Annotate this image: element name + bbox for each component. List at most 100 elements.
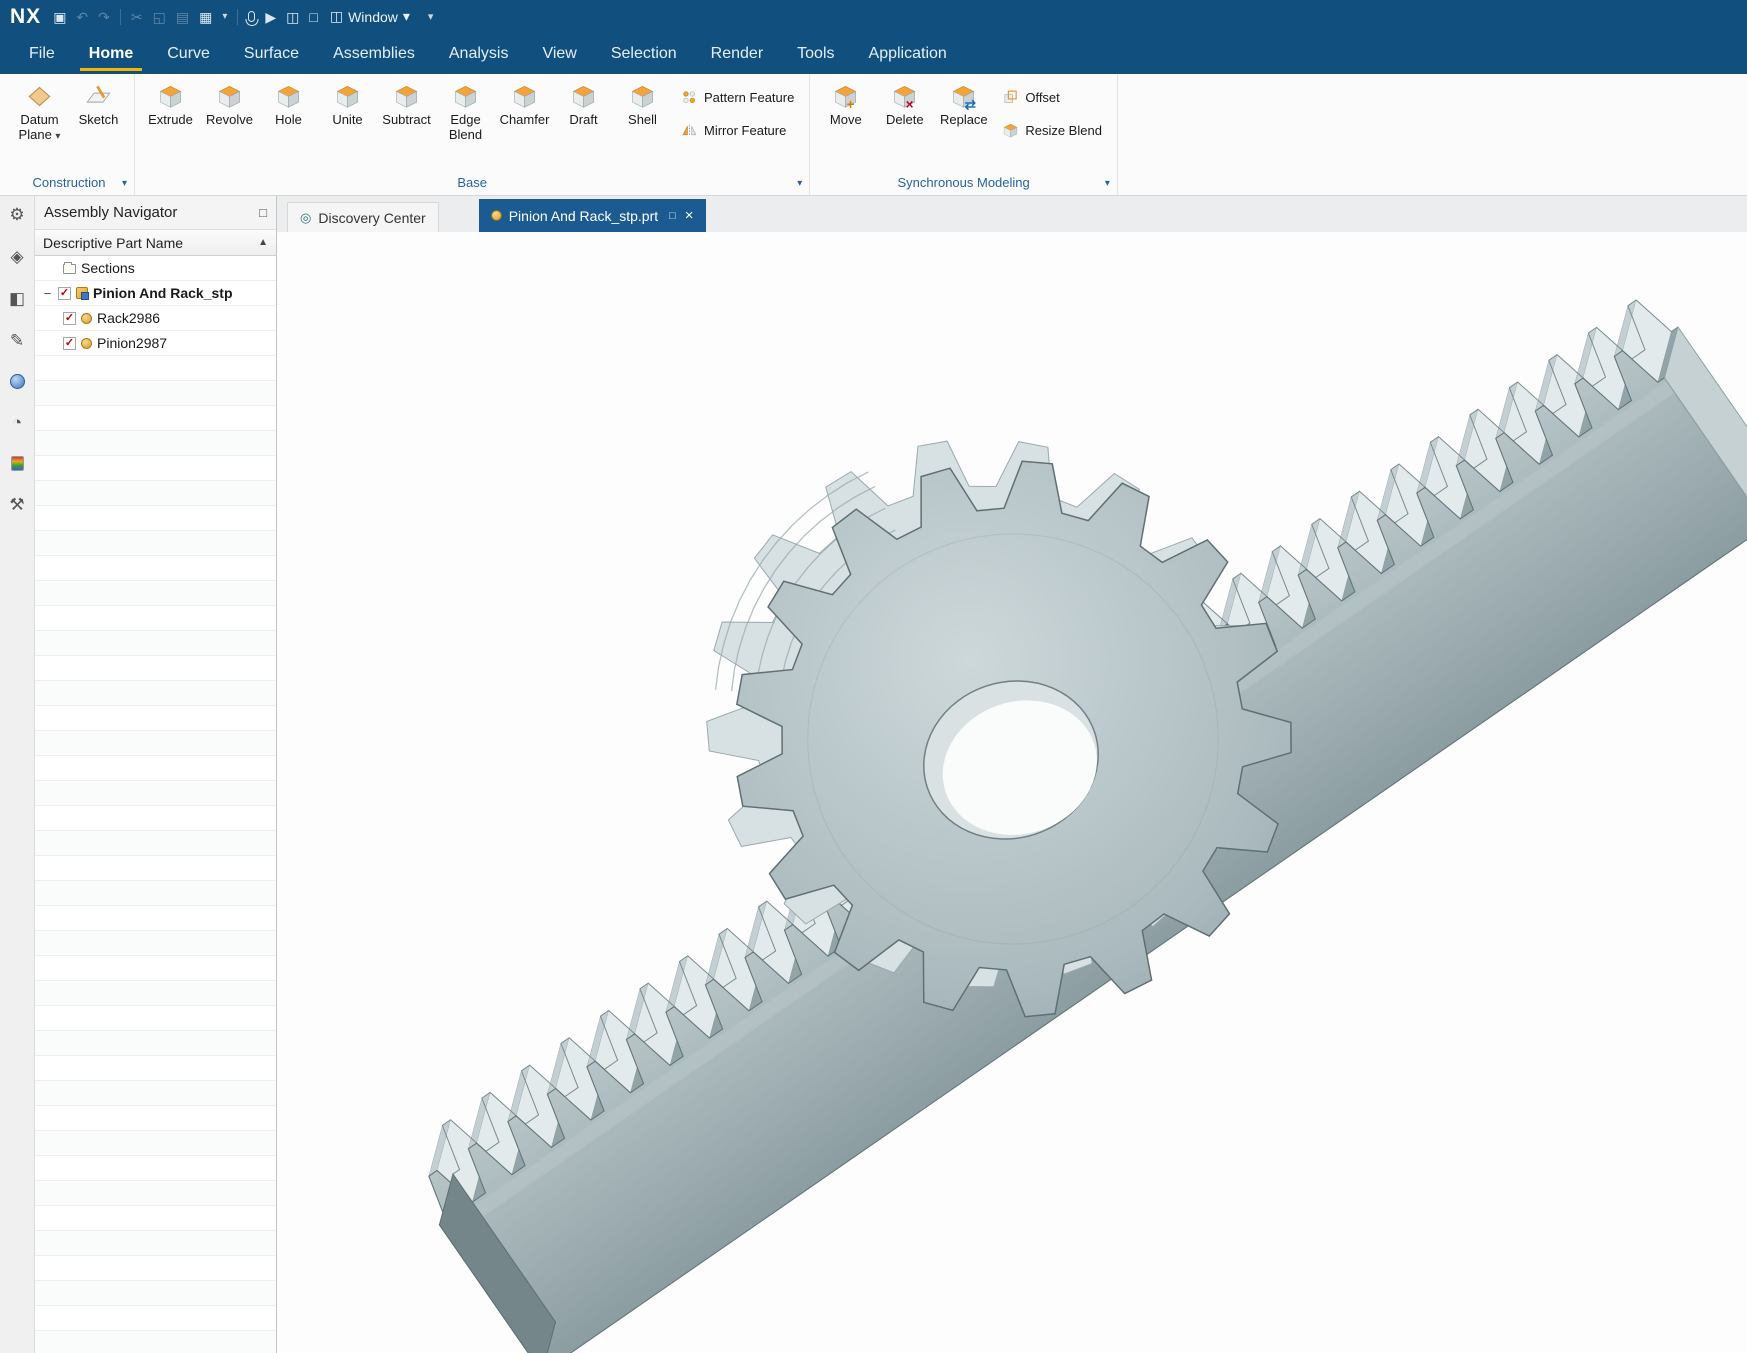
checkbox[interactable]: ✓: [63, 312, 76, 325]
separator: [120, 9, 121, 25]
paste-icon[interactable]: ▤: [176, 10, 189, 24]
draft-button[interactable]: Draft: [555, 79, 612, 132]
tree-item-pinion2987[interactable]: ✓Pinion2987: [35, 331, 276, 356]
tree-row-empty: [35, 806, 276, 831]
sketch-button[interactable]: Sketch: [70, 79, 127, 132]
send-icon[interactable]: ▶: [265, 10, 276, 24]
assembly-navigator-icon[interactable]: ◈: [10, 248, 23, 265]
group-label-synchronous-modeling[interactable]: Synchronous Modeling ▾: [813, 173, 1114, 195]
group-label-construction[interactable]: Construction ▾: [7, 173, 131, 195]
copy-icon[interactable]: ◱: [153, 10, 166, 24]
tree-row-empty: [35, 656, 276, 681]
tree-row-empty: [35, 1031, 276, 1056]
tree-item-sections[interactable]: Sections: [35, 256, 276, 281]
menu-curve[interactable]: Curve: [150, 33, 227, 74]
color-map-icon[interactable]: [11, 456, 24, 471]
menu-selection[interactable]: Selection: [594, 33, 694, 74]
view-list-icon[interactable]: ▦: [199, 10, 212, 24]
dropdown-caret-icon[interactable]: ▾: [222, 11, 227, 22]
move-button[interactable]: +Move: [817, 79, 874, 132]
tab-pinion-and-rack-stp-prt[interactable]: Pinion And Rack_stp.prt □ ×: [479, 199, 706, 232]
panel-title: Assembly Navigator: [44, 204, 177, 221]
part-file-icon: [491, 210, 502, 221]
constraints-icon[interactable]: ◧: [9, 290, 25, 307]
undock-tab-icon[interactable]: □: [669, 210, 676, 222]
menu-tools[interactable]: Tools: [780, 33, 851, 74]
tree-row-empty: [35, 1006, 276, 1031]
pattern-feature-button[interactable]: Pattern Feature: [681, 89, 794, 106]
checkbox[interactable]: ✓: [58, 287, 71, 300]
small-button-column: Offset Resize Blend: [994, 79, 1110, 139]
group-label-base[interactable]: Base ▾: [138, 173, 806, 195]
web-browser-icon[interactable]: [10, 374, 25, 389]
checkbox[interactable]: ✓: [63, 337, 76, 350]
tree-row-empty: [35, 356, 276, 381]
assembly-tree: Sections−✓Pinion And Rack_stp✓Rack2986✓P…: [35, 256, 276, 1353]
menu-analysis[interactable]: Analysis: [432, 33, 526, 74]
extrude-button[interactable]: Extrude: [142, 79, 199, 132]
synchronous-modeling-buttons: +Move×Delete⇄Replace Offset Resize Blend: [813, 74, 1114, 173]
replace-button[interactable]: ⇄Replace: [935, 79, 992, 132]
close-tab-icon[interactable]: ×: [685, 207, 694, 224]
group-label-text: Synchronous Modeling: [898, 175, 1030, 190]
tree-item-rack2986[interactable]: ✓Rack2986: [35, 306, 276, 331]
subtract-button[interactable]: Subtract: [378, 79, 435, 132]
window-icon: ◫: [330, 8, 343, 25]
revolve-button[interactable]: Revolve: [201, 79, 258, 132]
cut-icon[interactable]: ✂: [131, 10, 143, 24]
tree-row-empty: [35, 606, 276, 631]
delete-button[interactable]: ×Delete: [876, 79, 933, 132]
panel-display-icon[interactable]: □: [259, 205, 267, 220]
viewport[interactable]: [277, 232, 1747, 1353]
sort-ascending-icon[interactable]: ▲: [258, 237, 268, 248]
resize-blend-button[interactable]: Resize Blend: [1002, 122, 1102, 139]
viewport-canvas[interactable]: [277, 232, 1747, 1353]
save-icon[interactable]: ▣: [53, 10, 66, 24]
copy-screen-icon[interactable]: ◫: [286, 10, 299, 24]
menu-render[interactable]: Render: [694, 33, 780, 74]
chamfer-button[interactable]: Chamfer: [496, 79, 553, 132]
datum-plane-button[interactable]: Datum Plane ▾: [11, 79, 68, 147]
edge-blend-button[interactable]: Edge Blend: [437, 79, 494, 147]
group-label-text: Base: [457, 175, 487, 190]
tab-discovery-center[interactable]: ◎ Discovery Center: [287, 202, 439, 232]
utilities-icon[interactable]: ⚒: [9, 496, 24, 513]
hole-button[interactable]: Hole: [260, 79, 317, 132]
undo-icon[interactable]: ↶: [76, 10, 88, 24]
tree-row-empty: [35, 581, 276, 606]
tree-row-empty: [35, 556, 276, 581]
tree-item-pinion-and-rack-stp[interactable]: −✓Pinion And Rack_stp: [35, 281, 276, 306]
settings-icon[interactable]: ⚙: [9, 206, 24, 223]
tree-row-empty: [35, 1256, 276, 1281]
redo-icon[interactable]: ↷: [98, 10, 110, 24]
tree-row-empty: [35, 1181, 276, 1206]
menu-home[interactable]: Home: [72, 33, 150, 74]
column-header[interactable]: Descriptive Part Name ▲: [35, 230, 276, 256]
assembly-icon: [76, 287, 88, 299]
ribbon: Datum Plane ▾Sketch Construction ▾ Extru…: [0, 74, 1747, 196]
menu-assemblies[interactable]: Assemblies: [316, 33, 432, 74]
annotation-icon[interactable]: ✎: [10, 332, 24, 349]
folder-icon: [63, 264, 76, 274]
group-caret-icon[interactable]: ▾: [797, 174, 802, 194]
title-bar: NX ▣↶↷✂◱▤▦▾▶◫□ ◫ Window ▾ ▾: [0, 0, 1747, 33]
window-menu[interactable]: ◫ Window ▾: [330, 8, 410, 25]
expander-icon[interactable]: −: [42, 286, 53, 301]
chevron-down-icon: ▾: [403, 8, 410, 25]
history-icon[interactable]: ◔: [12, 414, 22, 431]
group-caret-icon[interactable]: ▾: [1105, 174, 1110, 194]
shell-button[interactable]: Shell: [614, 79, 671, 132]
window-frame-icon[interactable]: □: [309, 10, 317, 24]
microphone-icon[interactable]: [248, 11, 255, 22]
indent: [42, 268, 58, 269]
menu-application[interactable]: Application: [852, 33, 964, 74]
toolbar-customize-caret[interactable]: ▾: [428, 10, 434, 23]
offset-button[interactable]: Offset: [1002, 89, 1102, 106]
menu-view[interactable]: View: [525, 33, 593, 74]
discovery-center-icon: ◎: [300, 210, 311, 226]
unite-button[interactable]: Unite: [319, 79, 376, 132]
menu-surface[interactable]: Surface: [227, 33, 316, 74]
group-caret-icon[interactable]: ▾: [122, 174, 127, 194]
menu-file[interactable]: File: [12, 33, 72, 74]
mirror-feature-button[interactable]: Mirror Feature: [681, 122, 794, 139]
